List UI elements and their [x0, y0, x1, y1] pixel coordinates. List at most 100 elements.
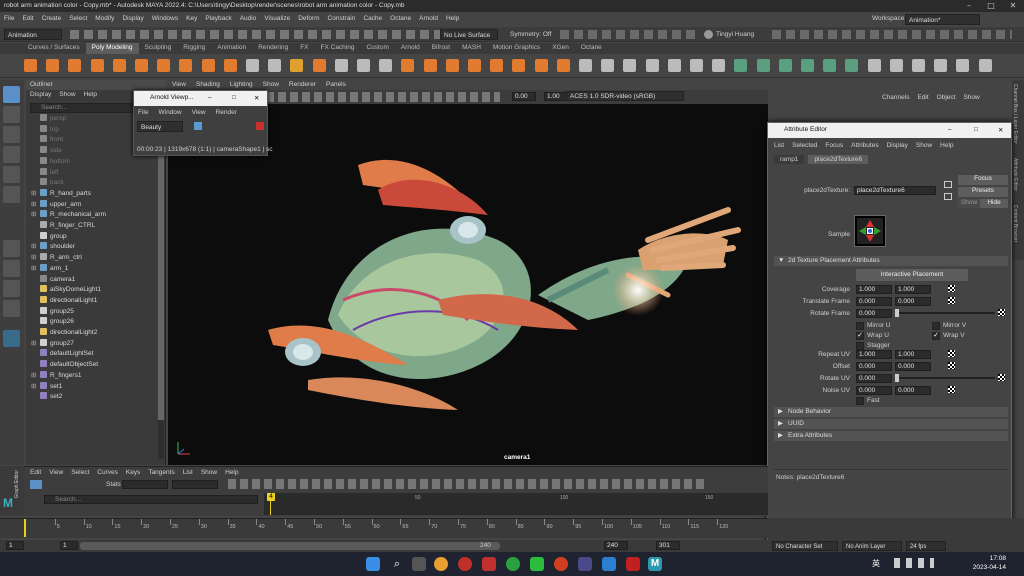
scale-tool-icon[interactable] — [3, 186, 20, 203]
ae-minimize-icon[interactable]: – — [948, 126, 952, 133]
ae-menu-focus[interactable]: Focus — [825, 142, 843, 149]
shelf-tab-bifrost[interactable]: Bifrost — [426, 43, 456, 54]
outliner-item[interactable]: directionalLight2 — [40, 328, 97, 338]
shelf-tab-xgen[interactable]: XGen — [546, 43, 575, 54]
shelf-tool-icon[interactable] — [490, 59, 504, 72]
shelf-tool-icon[interactable] — [823, 59, 837, 72]
show-button[interactable]: Show — [958, 199, 980, 208]
shelf-tab-mash[interactable]: MASH — [456, 43, 487, 54]
shelf-tool-icon[interactable] — [889, 59, 903, 72]
attr-checkbox[interactable] — [932, 322, 940, 330]
opera-icon[interactable] — [458, 557, 472, 571]
outliner-item[interactable]: aiSkyDomeLight1 — [40, 285, 101, 295]
shelf-tool-icon[interactable] — [623, 59, 637, 72]
shelf-tool-icon[interactable] — [534, 59, 548, 72]
chrome-icon[interactable] — [434, 557, 448, 571]
attr-value-field[interactable]: 1.000 — [895, 350, 931, 359]
stats-field-2[interactable] — [172, 480, 218, 489]
attr-checkbox[interactable] — [856, 322, 864, 330]
attr-checkbox[interactable] — [856, 342, 864, 350]
channel-menu-object[interactable]: Object — [937, 94, 956, 101]
shelf-tool-icon[interactable] — [157, 59, 171, 72]
presets-arrow-icon[interactable] — [944, 193, 952, 200]
shelf-tab-motion-graphics[interactable]: Motion Graphics — [487, 43, 546, 54]
expand-icon[interactable]: ⊞ — [31, 264, 36, 274]
shelf-tool-icon[interactable] — [912, 59, 925, 72]
outliner-scrollbar[interactable] — [158, 114, 164, 459]
photos-icon[interactable] — [602, 557, 616, 571]
shelf-tab-fx-caching[interactable]: FX Caching — [315, 43, 361, 54]
graph-menu-curves[interactable]: Curves — [97, 469, 118, 476]
ae-close-icon[interactable]: ✕ — [998, 126, 1003, 134]
attr-value-field[interactable]: 0.000 — [856, 386, 892, 395]
layout-single-icon[interactable] — [3, 240, 20, 257]
side-tab[interactable]: Content Browser — [1012, 205, 1018, 242]
shelf-tool-icon[interactable] — [201, 59, 215, 72]
expand-icon[interactable]: ⊞ — [31, 189, 36, 199]
shelf-tool-icon[interactable] — [867, 59, 881, 72]
outliner-item[interactable]: ⊞ set1 — [31, 381, 62, 392]
outliner-item[interactable]: ⊞ R_fingers1 — [31, 370, 81, 381]
outliner-item[interactable]: ⊞ shoulder — [31, 242, 75, 252]
shelf-tool-icon[interactable] — [712, 59, 726, 72]
shelf-tool-icon[interactable] — [845, 59, 859, 72]
attr-checkbox[interactable]: ✓ — [856, 332, 864, 340]
shelf-tool-icon[interactable] — [690, 59, 703, 72]
keyframe-icon[interactable] — [948, 362, 955, 369]
attr-value-field[interactable]: 1.000 — [895, 285, 931, 294]
keyframe-icon[interactable] — [998, 309, 1005, 316]
shelf-tool-icon[interactable] — [956, 59, 970, 72]
menuset-dropdown[interactable]: Animation — [4, 29, 62, 40]
maya-taskbar-icon[interactable]: M — [648, 557, 662, 571]
menu-visualize[interactable]: Visualize — [264, 15, 290, 23]
graph-search-input[interactable]: Search... — [44, 495, 258, 504]
layout-four-icon[interactable] — [3, 260, 20, 277]
graph-menu-view[interactable]: View — [49, 469, 63, 476]
shelf-tool-icon[interactable] — [512, 59, 526, 72]
shelf-tool-icon[interactable] — [135, 59, 148, 72]
arnold-stop-icon[interactable] — [256, 122, 264, 130]
shelf-tab-octane[interactable]: Octane — [575, 43, 608, 54]
collapsed-section[interactable]: ▶ Extra Attributes — [774, 431, 1008, 441]
outliner-item[interactable]: ⊞ group27 — [31, 338, 74, 349]
shelf-tool-icon[interactable] — [601, 59, 615, 72]
attr-slider[interactable] — [895, 377, 995, 379]
shelf-tool-icon[interactable] — [978, 59, 992, 72]
outliner-item[interactable]: bottom — [40, 156, 70, 167]
menu-display[interactable]: Display — [122, 15, 143, 23]
range-end-field[interactable]: 240 — [604, 541, 628, 550]
outliner-item[interactable]: ⊞ arm_1 — [31, 263, 68, 274]
shelf-tab-animation[interactable]: Animation — [211, 43, 252, 54]
shelf-tool-icon[interactable] — [268, 59, 282, 72]
outliner-item[interactable]: set2 — [40, 392, 62, 402]
outliner-menu-show[interactable]: Show — [59, 91, 75, 98]
arnold-maximize-icon[interactable]: □ — [232, 94, 236, 101]
arnold-menu-render[interactable]: Render — [216, 109, 237, 116]
viewport-menu-view[interactable]: View — [172, 80, 186, 90]
graph-menu-tangents[interactable]: Tangents — [148, 469, 174, 476]
close-icon[interactable]: ✕ — [1002, 0, 1024, 12]
menu-modify[interactable]: Modify — [95, 15, 114, 23]
graph-menu-help[interactable]: Help — [225, 469, 238, 476]
shelf-tool-icon[interactable] — [357, 59, 370, 72]
shelf-tab-rigging[interactable]: Rigging — [177, 43, 211, 54]
powerpoint-icon[interactable] — [554, 557, 568, 571]
attr-value-field[interactable]: 1.000 — [856, 350, 892, 359]
status-tools-strip[interactable] — [560, 30, 700, 39]
shelf-tool-icon[interactable] — [312, 59, 326, 72]
outliner-item[interactable]: R_finger_CTRL — [40, 221, 95, 231]
menu-edit[interactable]: Edit — [22, 15, 33, 23]
paint-select-icon[interactable] — [3, 126, 20, 143]
ae-tab[interactable]: ramp1 — [774, 155, 805, 164]
ae-menu-help[interactable]: Help — [940, 142, 953, 149]
outliner-item[interactable]: camera1 — [40, 274, 75, 285]
viewport-menu-lighting[interactable]: Lighting — [230, 80, 253, 90]
app-red-icon[interactable] — [482, 557, 496, 571]
fps-dropdown[interactable]: 24 fps — [906, 541, 946, 551]
arnold-close-icon[interactable]: ✕ — [254, 94, 259, 102]
ae-menu-selected[interactable]: Selected — [792, 142, 817, 149]
graph-menu-edit[interactable]: Edit — [30, 469, 41, 476]
graph-menu-show[interactable]: Show — [201, 469, 217, 476]
select-tool-icon[interactable] — [3, 86, 20, 103]
shelf-tool-icon[interactable] — [423, 59, 437, 72]
